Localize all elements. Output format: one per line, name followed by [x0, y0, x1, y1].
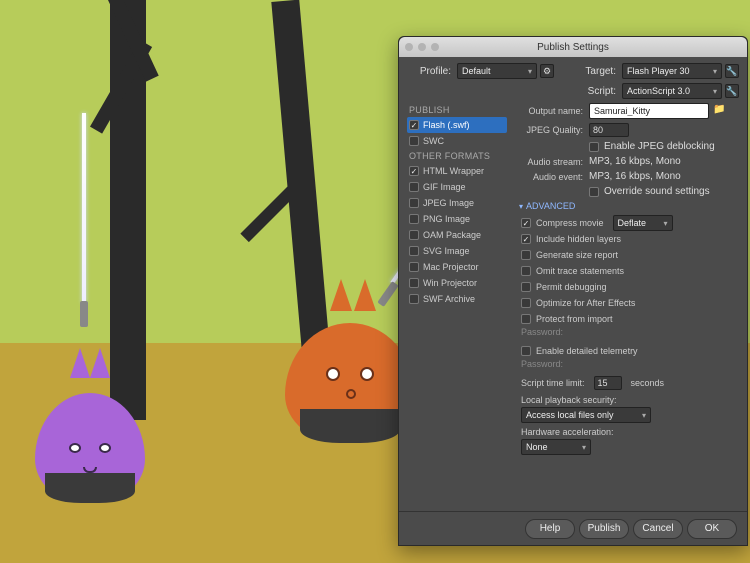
checkbox-icon[interactable]: [409, 246, 419, 256]
size-report-label: Generate size report: [536, 250, 618, 260]
compress-movie-label: Compress movie: [536, 218, 604, 228]
sidebar-item-label: SWF Archive: [423, 294, 475, 304]
password-label: Password:: [513, 327, 739, 337]
profile-options-icon[interactable]: ⚙: [540, 64, 554, 78]
audio-stream-label: Audio stream:: [513, 157, 583, 167]
sidebar-heading-publish: PUBLISH: [409, 105, 507, 115]
jpeg-quality-input[interactable]: [589, 123, 629, 137]
sidebar-item-label: Flash (.swf): [423, 120, 470, 130]
audio-stream-value[interactable]: MP3, 16 kbps, Mono: [589, 156, 681, 167]
script-settings-icon[interactable]: 🔧: [725, 84, 739, 98]
window-controls[interactable]: [405, 43, 439, 51]
target-settings-icon[interactable]: 🔧: [725, 64, 739, 78]
script-time-input[interactable]: [594, 376, 622, 390]
ok-button[interactable]: OK: [687, 519, 737, 539]
jpeg-quality-label: JPEG Quality:: [513, 125, 583, 135]
audio-event-label: Audio event:: [513, 172, 583, 182]
script-select[interactable]: ActionScript 3.0▾: [622, 83, 722, 99]
compress-movie-checkbox[interactable]: [521, 218, 531, 228]
checkbox-icon[interactable]: [409, 230, 419, 240]
sidebar-item-label: SVG Image: [423, 246, 470, 256]
override-sound-checkbox[interactable]: [589, 187, 599, 197]
settings-pane: Output name: 📁 JPEG Quality: Enable JPEG…: [513, 103, 739, 455]
dialog-title: Publish Settings: [537, 42, 609, 53]
output-name-input[interactable]: [589, 103, 709, 119]
sidebar-item-label: Win Projector: [423, 278, 477, 288]
close-icon[interactable]: [405, 43, 413, 51]
omit-trace-checkbox[interactable]: [521, 266, 531, 276]
omit-trace-label: Omit trace statements: [536, 266, 624, 276]
profile-label: Profile:: [407, 66, 451, 77]
sidebar-item-png[interactable]: PNG Image: [407, 211, 507, 227]
profile-select[interactable]: Default▾: [457, 63, 537, 79]
sidebar-item-mac-projector[interactable]: Mac Projector: [407, 259, 507, 275]
checkbox-icon[interactable]: [409, 136, 419, 146]
hidden-layers-label: Include hidden layers: [536, 234, 621, 244]
checkbox-icon[interactable]: [409, 278, 419, 288]
sidebar-item-jpeg[interactable]: JPEG Image: [407, 195, 507, 211]
sidebar-item-win-projector[interactable]: Win Projector: [407, 275, 507, 291]
sidebar-item-oam[interactable]: OAM Package: [407, 227, 507, 243]
optimize-ae-label: Optimize for After Effects: [536, 298, 635, 308]
checkbox-icon[interactable]: [409, 198, 419, 208]
telemetry-label: Enable detailed telemetry: [536, 346, 638, 356]
sidebar-item-swc[interactable]: SWC: [407, 133, 507, 149]
browse-folder-icon[interactable]: 📁: [713, 104, 727, 118]
script-time-label: Script time limit:: [521, 378, 585, 388]
target-select[interactable]: Flash Player 30▾: [622, 63, 722, 79]
sidebar-item-label: SWC: [423, 136, 444, 146]
script-label: Script:: [576, 86, 616, 97]
audio-event-value[interactable]: MP3, 16 kbps, Mono: [589, 171, 681, 182]
sidebar-item-label: JPEG Image: [423, 198, 474, 208]
hw-accel-select[interactable]: None▾: [521, 439, 591, 455]
jpeg-deblocking-label: Enable JPEG deblocking: [604, 141, 715, 152]
checkbox-icon[interactable]: [409, 294, 419, 304]
compress-movie-select[interactable]: Deflate▾: [613, 215, 673, 231]
sidebar-item-gif[interactable]: GIF Image: [407, 179, 507, 195]
dialog-titlebar[interactable]: Publish Settings: [399, 37, 747, 57]
sidebar-item-svg[interactable]: SVG Image: [407, 243, 507, 259]
format-sidebar: PUBLISH Flash (.swf) SWC OTHER FORMATS H…: [407, 103, 507, 455]
telemetry-checkbox[interactable]: [521, 346, 531, 356]
minimize-icon[interactable]: [418, 43, 426, 51]
local-playback-label: Local playback security:: [521, 395, 739, 405]
help-button[interactable]: Help: [525, 519, 575, 539]
advanced-disclosure[interactable]: ADVANCED: [519, 201, 739, 211]
zoom-icon[interactable]: [431, 43, 439, 51]
sidebar-item-swf-archive[interactable]: SWF Archive: [407, 291, 507, 307]
output-name-label: Output name:: [513, 106, 583, 116]
sidebar-item-label: GIF Image: [423, 182, 466, 192]
dialog-button-bar: Help Publish Cancel OK: [399, 511, 747, 545]
protect-import-checkbox[interactable]: [521, 314, 531, 324]
sidebar-heading-other: OTHER FORMATS: [409, 151, 507, 161]
checkbox-icon[interactable]: [409, 166, 419, 176]
sidebar-item-label: PNG Image: [423, 214, 470, 224]
checkbox-icon[interactable]: [409, 120, 419, 130]
permit-debug-label: Permit debugging: [536, 282, 607, 292]
publish-settings-dialog: Publish Settings Profile: Default▾ ⚙ Tar…: [398, 36, 748, 546]
checkbox-icon[interactable]: [409, 262, 419, 272]
password2-label: Password:: [513, 359, 739, 369]
target-label: Target:: [576, 66, 616, 77]
hw-accel-label: Hardware acceleration:: [521, 427, 739, 437]
local-playback-select[interactable]: Access local files only▾: [521, 407, 651, 423]
sidebar-item-flash-swf[interactable]: Flash (.swf): [407, 117, 507, 133]
jpeg-deblocking-checkbox[interactable]: [589, 142, 599, 152]
hidden-layers-checkbox[interactable]: [521, 234, 531, 244]
script-time-suffix: seconds: [631, 378, 665, 388]
sidebar-item-label: HTML Wrapper: [423, 166, 484, 176]
protect-import-label: Protect from import: [536, 314, 613, 324]
checkbox-icon[interactable]: [409, 214, 419, 224]
checkbox-icon[interactable]: [409, 182, 419, 192]
sidebar-item-label: Mac Projector: [423, 262, 479, 272]
publish-button[interactable]: Publish: [579, 519, 629, 539]
sidebar-item-label: OAM Package: [423, 230, 481, 240]
optimize-ae-checkbox[interactable]: [521, 298, 531, 308]
cancel-button[interactable]: Cancel: [633, 519, 683, 539]
override-sound-label: Override sound settings: [604, 186, 710, 197]
permit-debug-checkbox[interactable]: [521, 282, 531, 292]
size-report-checkbox[interactable]: [521, 250, 531, 260]
sidebar-item-html-wrapper[interactable]: HTML Wrapper: [407, 163, 507, 179]
